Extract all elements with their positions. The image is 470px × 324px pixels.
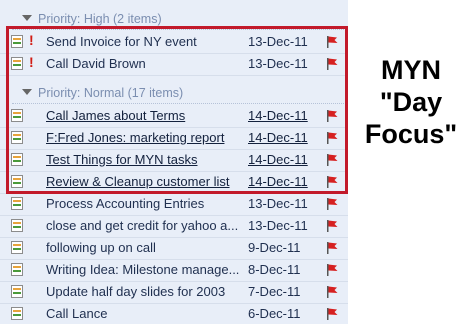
task-subject[interactable]: Process Accounting Entries [46, 196, 242, 211]
group-header[interactable]: Priority: High (2 items) [0, 10, 348, 30]
task-row[interactable]: Review & Cleanup customer list 14-Dec-11 [0, 171, 348, 194]
task-subject[interactable]: Call James about Terms [46, 108, 242, 123]
callout-text: MYN "Day Focus" [352, 54, 470, 150]
task-subject[interactable]: Writing Idea: Milestone manage... [46, 262, 242, 277]
group-header[interactable]: Priority: Normal (17 items) [0, 84, 348, 104]
task-due-date: 8-Dec-11 [248, 262, 301, 277]
task-row[interactable]: ! Send Invoice for NY event 13-Dec-11 [0, 31, 348, 54]
task-icon [11, 241, 23, 254]
red-flag-icon[interactable] [325, 175, 339, 189]
task-subject[interactable]: F:Fred Jones: marketing report [46, 130, 242, 145]
task-row[interactable]: Call James about Terms 14-Dec-11 [0, 105, 348, 128]
task-due-date: 13-Dec-11 [248, 56, 308, 71]
red-flag-icon[interactable] [325, 153, 339, 167]
task-row[interactable]: following up on call 9-Dec-11 [0, 237, 348, 260]
task-subject[interactable]: close and get credit for yahoo a... [46, 218, 242, 233]
callout-line-3: Focus" [364, 119, 458, 149]
task-icon [11, 109, 23, 122]
red-flag-icon[interactable] [325, 197, 339, 211]
task-due-date: 13-Dec-11 [248, 34, 308, 49]
task-subject[interactable]: Call David Brown [46, 56, 242, 71]
task-icon [11, 307, 23, 320]
task-subject[interactable]: Call Lance [46, 306, 242, 321]
task-due-date: 14-Dec-11 [248, 152, 308, 167]
task-due-date: 14-Dec-11 [248, 108, 308, 123]
callout-line-1: MYN [381, 55, 441, 85]
group-header-label: Priority: High (2 items) [38, 12, 162, 26]
task-due-date: 7-Dec-11 [248, 284, 301, 299]
red-flag-icon[interactable] [325, 241, 339, 255]
task-due-date: 9-Dec-11 [248, 240, 301, 255]
task-due-date: 14-Dec-11 [248, 130, 308, 145]
task-row[interactable]: close and get credit for yahoo a... 13-De… [0, 215, 348, 238]
task-subject[interactable]: Update half day slides for 2003 [46, 284, 242, 299]
task-icon [11, 219, 23, 232]
task-icon [11, 197, 23, 210]
high-importance-icon: ! [29, 32, 34, 48]
red-flag-icon[interactable] [325, 285, 339, 299]
red-flag-icon[interactable] [325, 219, 339, 233]
task-row[interactable]: Process Accounting Entries 13-Dec-11 [0, 193, 348, 216]
collapse-arrow-icon[interactable] [22, 15, 32, 21]
task-due-date: 13-Dec-11 [248, 196, 308, 211]
task-icon [11, 57, 23, 70]
task-icon [11, 131, 23, 144]
task-row[interactable]: Test Things for MYN tasks 14-Dec-11 [0, 149, 348, 172]
task-row[interactable]: F:Fred Jones: marketing report 14-Dec-11 [0, 127, 348, 150]
task-subject[interactable]: Test Things for MYN tasks [46, 152, 242, 167]
red-flag-icon[interactable] [325, 35, 339, 49]
task-icon [11, 175, 23, 188]
task-due-date: 13-Dec-11 [248, 218, 308, 233]
task-icon [11, 263, 23, 276]
group-header-label: Priority: Normal (17 items) [38, 86, 184, 100]
red-flag-icon[interactable] [325, 109, 339, 123]
task-subject[interactable]: Send Invoice for NY event [46, 34, 242, 49]
task-row[interactable]: ! Call David Brown 13-Dec-11 [0, 53, 348, 76]
task-due-date: 6-Dec-11 [248, 306, 301, 321]
collapse-arrow-icon[interactable] [22, 89, 32, 95]
callout-line-2: "Day [379, 87, 443, 117]
task-due-date: 14-Dec-11 [248, 174, 308, 189]
task-row[interactable]: Writing Idea: Milestone manage... 8-Dec-1… [0, 259, 348, 282]
task-subject[interactable]: Review & Cleanup customer list [46, 174, 242, 189]
task-list: Priority: High (2 items)! Send Invoice fo… [0, 0, 348, 324]
task-icon [11, 35, 23, 48]
red-flag-icon[interactable] [325, 131, 339, 145]
high-importance-icon: ! [29, 54, 34, 70]
task-row[interactable]: Call Lance 6-Dec-11 [0, 303, 348, 324]
task-icon [11, 153, 23, 166]
task-row[interactable]: Update half day slides for 2003 7-Dec-11 [0, 281, 348, 304]
task-icon [11, 285, 23, 298]
group-divider [12, 29, 344, 30]
task-subject[interactable]: following up on call [46, 240, 242, 255]
group-divider [12, 103, 344, 104]
red-flag-icon[interactable] [325, 263, 339, 277]
red-flag-icon[interactable] [325, 57, 339, 71]
red-flag-icon[interactable] [325, 307, 339, 321]
